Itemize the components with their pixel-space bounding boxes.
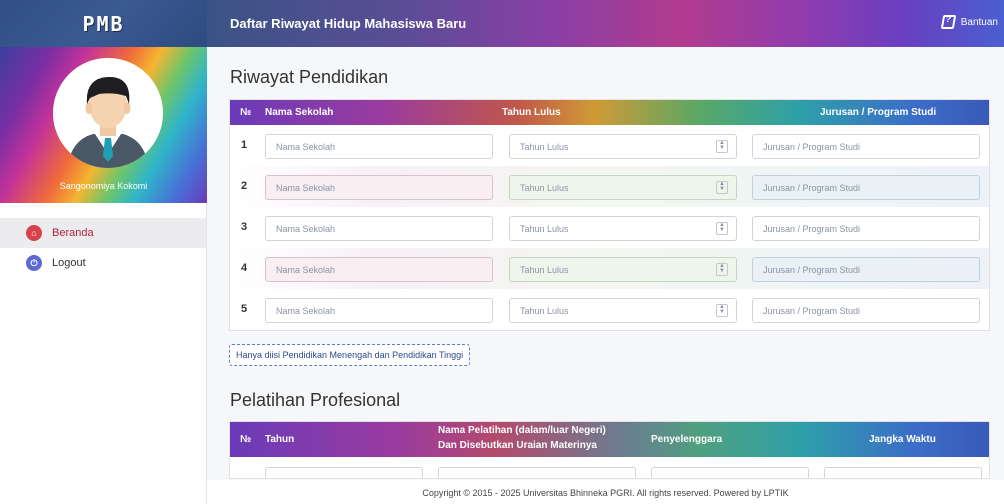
help-book-icon: [940, 15, 956, 29]
table-header: № Nama Sekolah Tahun Lulus Jurusan / Pro…: [230, 100, 989, 125]
profile-card: Sangonomiya Kokomi: [0, 47, 207, 203]
table-row: 5 Nama Sekolah Tahun Lulus ▲ ▼ Jurusan / P…: [230, 289, 989, 330]
sidebar-item-label: Logout: [52, 257, 86, 269]
col-tahun-lulus: Tahun Lulus: [502, 107, 561, 118]
table-header: № Tahun Nama Pelatihan (dalam/luar Neger…: [230, 422, 989, 457]
tahun-placeholder: Tahun Lulus: [520, 306, 569, 316]
jurusan-input[interactable]: Jurusan / Program Studi: [752, 134, 980, 159]
tahun-placeholder: Tahun Lulus: [520, 183, 569, 193]
table-row: 2 Nama Sekolah Tahun Lulus ▲ ▼ Jurusan / P…: [230, 166, 989, 207]
jurusan-input[interactable]: Jurusan / Program Studi: [752, 257, 980, 282]
sidebar-item-logout[interactable]: ⏻ Logout: [0, 248, 206, 278]
col-penyelenggara: Penyelenggara: [651, 434, 723, 445]
penyelenggara-input[interactable]: [651, 467, 809, 478]
col-jangka-waktu: Jangka Waktu: [869, 434, 936, 445]
sidebar-item-beranda[interactable]: ⌂ Beranda: [0, 218, 206, 248]
sidebar: Sangonomiya Kokomi ⌂ Beranda ⏻ Logout: [0, 47, 207, 504]
home-icon: ⌂: [26, 225, 42, 241]
tahun-lulus-input[interactable]: Tahun Lulus ▲ ▼: [509, 257, 737, 282]
sidebar-item-label: Beranda: [52, 227, 94, 239]
nama-sekolah-input[interactable]: Nama Sekolah: [265, 134, 493, 159]
col-no: №: [240, 434, 252, 445]
col-jurusan: Jurusan / Program Studi: [820, 107, 937, 118]
jurusan-input[interactable]: Jurusan / Program Studi: [752, 216, 980, 241]
page-header-title: Daftar Riwayat Hidup Mahasiswa Baru: [230, 16, 467, 31]
tahun-placeholder: Tahun Lulus: [520, 265, 569, 275]
nama-sekolah-input[interactable]: Nama Sekolah: [265, 175, 493, 200]
tahun-placeholder: Tahun Lulus: [520, 142, 569, 152]
jurusan-input[interactable]: Jurusan / Program Studi: [752, 298, 980, 323]
table-row: 4 Nama Sekolah Tahun Lulus ▲ ▼ Jurusan / P…: [230, 248, 989, 289]
pelatihan-table: № Tahun Nama Pelatihan (dalam/luar Neger…: [229, 421, 990, 479]
nama-sekolah-input[interactable]: Nama Sekolah: [265, 216, 493, 241]
table-row: 1 Nama Sekolah Tahun Lulus ▲ ▼ Jurusan / P…: [230, 125, 989, 166]
help-link[interactable]: Bantuan: [940, 15, 998, 29]
footer: Copyright © 2015 - 2025 Universitas Bhin…: [207, 480, 1004, 504]
section-title-pendidikan: Riwayat Pendidikan: [230, 67, 389, 87]
row-number: 3: [241, 221, 248, 233]
top-bar: PMB Daftar Riwayat Hidup Mahasiswa Baru …: [0, 0, 1004, 47]
tahun-lulus-input[interactable]: Tahun Lulus ▲ ▼: [509, 216, 737, 241]
user-avatar-icon: [53, 58, 163, 168]
jangka-waktu-input[interactable]: [824, 467, 982, 478]
tahun-input[interactable]: [265, 467, 423, 478]
brand-text: PMB: [82, 11, 125, 36]
tahun-lulus-input[interactable]: Tahun Lulus ▲ ▼: [509, 175, 737, 200]
spinner-icon[interactable]: ▲ ▼: [716, 181, 728, 194]
jurusan-input[interactable]: Jurusan / Program Studi: [752, 175, 980, 200]
sidebar-menu: ⌂ Beranda ⏻ Logout: [0, 218, 206, 278]
user-name: Sangonomiya Kokomi: [59, 181, 148, 191]
info-note: Hanya diisi Pendidikan Menengah dan Pend…: [229, 344, 471, 366]
col-nama-sekolah: Nama Sekolah: [265, 107, 334, 118]
col-tahun: Tahun: [265, 434, 295, 445]
row-number: 5: [241, 303, 248, 315]
help-label: Bantuan: [960, 16, 998, 28]
col-no: №: [240, 107, 252, 118]
brand-logo[interactable]: PMB: [0, 0, 207, 47]
avatar: [53, 58, 163, 168]
pendidikan-table: № Nama Sekolah Tahun Lulus Jurusan / Pro…: [229, 99, 990, 331]
nama-sekolah-input[interactable]: Nama Sekolah: [265, 298, 493, 323]
row-number: 4: [241, 262, 248, 274]
row-number: 1: [241, 139, 248, 151]
table-row: 3 Nama Sekolah Tahun Lulus ▲ ▼ Jurusan / P…: [230, 207, 989, 248]
power-icon: ⏻: [26, 255, 42, 271]
col-nama-pelatihan-line1: Nama Pelatihan (dalam/luar Negeri): [438, 425, 606, 436]
spinner-icon[interactable]: ▲ ▼: [716, 304, 728, 317]
section-title-pelatihan: Pelatihan Profesional: [230, 390, 401, 410]
spinner-icon[interactable]: ▲ ▼: [716, 222, 728, 235]
tahun-placeholder: Tahun Lulus: [520, 224, 569, 234]
tahun-lulus-input[interactable]: Tahun Lulus ▲ ▼: [509, 134, 737, 159]
spinner-icon[interactable]: ▲ ▼: [716, 263, 728, 276]
col-nama-pelatihan-line2: Dan Disebutkan Uraian Materinya: [438, 440, 597, 451]
row-number: 2: [241, 180, 248, 192]
tahun-lulus-input[interactable]: Tahun Lulus ▲ ▼: [509, 298, 737, 323]
spinner-icon[interactable]: ▲ ▼: [716, 140, 728, 153]
nama-pelatihan-input[interactable]: [438, 467, 636, 478]
nama-sekolah-input[interactable]: Nama Sekolah: [265, 257, 493, 282]
